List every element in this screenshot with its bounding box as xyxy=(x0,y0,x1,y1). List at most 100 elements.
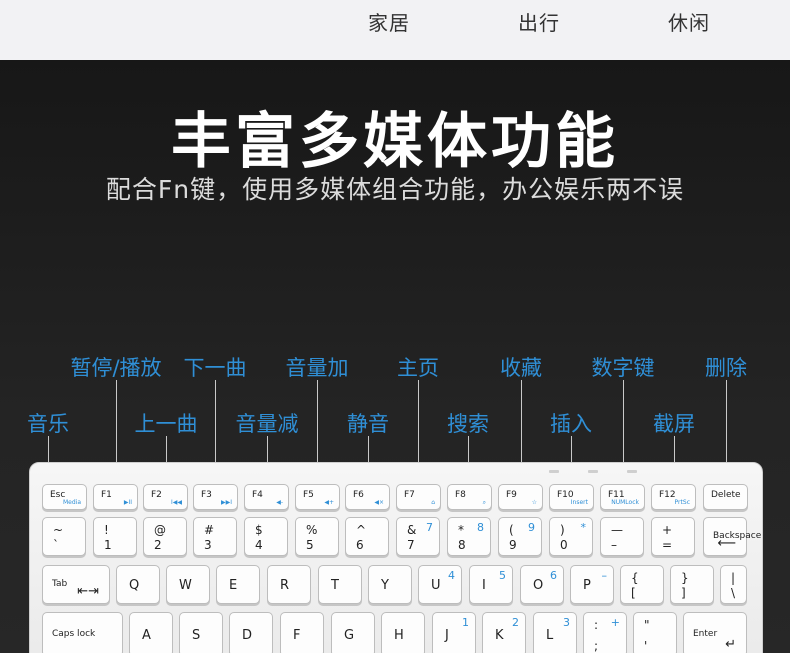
key-label: W xyxy=(179,577,192,593)
key-s[interactable]: S xyxy=(179,612,223,653)
key-3[interactable]: #3 xyxy=(193,517,237,556)
key-symbol[interactable]: }] xyxy=(670,565,714,604)
key-symbol[interactable]: | \ xyxy=(720,565,747,604)
key-fn-label: ⌕ xyxy=(482,499,486,506)
key-base-label: [ xyxy=(631,586,636,600)
key-f[interactable]: F xyxy=(280,612,324,653)
key-capslock[interactable]: Caps lock xyxy=(42,612,123,653)
key-q[interactable]: Q xyxy=(116,565,160,604)
key-k[interactable]: K2 xyxy=(482,612,526,653)
key-label: F1 xyxy=(101,490,112,500)
key-shift-label: ! xyxy=(104,523,109,537)
key-u[interactable]: U4 xyxy=(418,565,462,604)
key-p[interactable]: P – xyxy=(570,565,614,604)
key-d[interactable]: D xyxy=(229,612,273,653)
key-numpad-label: 7 xyxy=(426,521,433,534)
hero-subtitle: 配合Fn键，使用多媒体组合功能，办公娱乐两不误 xyxy=(105,175,685,204)
key-enter[interactable]: Enter ↵ xyxy=(683,612,747,653)
key-fn-label: Media xyxy=(62,499,81,506)
key-h[interactable]: H xyxy=(381,612,425,653)
key-symbol[interactable]: ~ ` xyxy=(42,517,86,556)
callout-label: 静音 xyxy=(347,412,389,436)
key-f3[interactable]: F3 ▶▶I xyxy=(193,484,238,510)
key-f2[interactable]: F2 I◀◀ xyxy=(143,484,188,510)
key-label: F5 xyxy=(303,490,314,500)
key-f4[interactable]: F4 ◀- xyxy=(244,484,289,510)
nav-item-travel[interactable]: 出行 xyxy=(518,7,560,36)
key-i[interactable]: I5 xyxy=(469,565,513,604)
key-fn-label: I◀◀ xyxy=(171,499,182,506)
key-0[interactable]: ) 0 * xyxy=(549,517,593,556)
key-2[interactable]: @2 xyxy=(143,517,187,556)
key-9[interactable]: (9 9 xyxy=(498,517,542,556)
key-symbol[interactable]: {[ xyxy=(620,565,664,604)
key-label: F8 xyxy=(455,490,466,500)
key-tab[interactable]: Tab ⇤⇥ xyxy=(42,565,110,604)
key-a[interactable]: A xyxy=(129,612,173,653)
nav-item-leisure[interactable]: 休闲 xyxy=(668,7,710,36)
key-label: Q xyxy=(129,577,140,593)
key-5[interactable]: % 5 xyxy=(295,517,339,556)
key-7[interactable]: & 7 7 xyxy=(396,517,440,556)
key-y[interactable]: Y xyxy=(368,565,412,604)
key-f9[interactable]: F9 ☆ xyxy=(498,484,543,510)
key-f5[interactable]: F5 ◀+ xyxy=(295,484,340,510)
key-g[interactable]: G xyxy=(331,612,375,653)
key-f11[interactable]: F11 NUMLock xyxy=(600,484,645,510)
key-1[interactable]: ! 1 xyxy=(93,517,137,556)
indicator-led xyxy=(627,470,637,473)
key-base-label: \ xyxy=(731,586,736,600)
callout-label: 删除 xyxy=(705,356,747,380)
key-shift-label: — xyxy=(611,523,623,537)
key-esc[interactable]: Esc Media xyxy=(42,484,87,510)
key-label: T xyxy=(331,577,339,593)
key-backspace[interactable]: Backspace ⟵ xyxy=(703,517,761,556)
key-4[interactable]: $4 xyxy=(244,517,288,556)
key-shift-label: & xyxy=(407,523,417,537)
key-fn-label: ◀× xyxy=(374,499,384,506)
callout-label: 截屏 xyxy=(653,412,695,436)
key-j[interactable]: J1 xyxy=(432,612,476,653)
key-shift-label: # xyxy=(204,523,215,537)
key-f10[interactable]: F10 Insert xyxy=(549,484,594,510)
key-base-label: ` xyxy=(53,538,59,552)
key-symbol[interactable]: " ' xyxy=(633,612,677,653)
nav-item-home[interactable]: 家居 xyxy=(368,7,410,36)
key-label: F3 xyxy=(201,490,212,500)
key-8[interactable]: * 8 8 xyxy=(447,517,491,556)
key-label: E xyxy=(229,577,238,593)
key-o[interactable]: O6 xyxy=(520,565,564,604)
key-label: Tab xyxy=(52,578,68,589)
key-6[interactable]: ^ 6 xyxy=(345,517,389,556)
callout-label: 音乐 xyxy=(27,412,69,436)
key-r[interactable]: R xyxy=(267,565,311,604)
key-symbol[interactable]: :; + xyxy=(583,612,627,653)
key-f1[interactable]: F1 ▶II xyxy=(93,484,138,510)
key-f8[interactable]: F8 ⌕ xyxy=(447,484,492,510)
key-numpad-label: + xyxy=(610,616,620,629)
key-shift-label: $ xyxy=(255,523,263,537)
key-f6[interactable]: F6 ◀× xyxy=(345,484,390,510)
key-f7[interactable]: F7 ⌂ xyxy=(396,484,441,510)
key-l[interactable]: L3 xyxy=(533,612,577,653)
key-shift-label: : xyxy=(594,618,599,632)
key-base-label: 6 xyxy=(356,538,364,552)
key-numpad-label: * xyxy=(580,521,587,534)
key-shift-label: % xyxy=(306,523,318,537)
key-base-label: 3 xyxy=(204,538,212,552)
key-f12[interactable]: F12 PrtSc xyxy=(651,484,696,510)
key-symbol[interactable]: — – xyxy=(600,517,644,556)
callout-label: 搜索 xyxy=(447,412,489,436)
key-numpad-label: 4 xyxy=(448,569,455,582)
callout-label: 插入 xyxy=(550,412,592,436)
key-numpad-label: 3 xyxy=(563,616,570,629)
key-symbol[interactable]: + = xyxy=(651,517,695,556)
key-w[interactable]: W xyxy=(166,565,210,604)
callout-label: 数字键 xyxy=(591,356,655,380)
key-delete[interactable]: Delete xyxy=(703,484,748,510)
key-fn-label: ▶▶I xyxy=(221,499,232,506)
key-label: F12 xyxy=(659,490,676,500)
key-t[interactable]: T xyxy=(318,565,362,604)
key-label: K xyxy=(495,627,504,643)
key-e[interactable]: E xyxy=(216,565,260,604)
